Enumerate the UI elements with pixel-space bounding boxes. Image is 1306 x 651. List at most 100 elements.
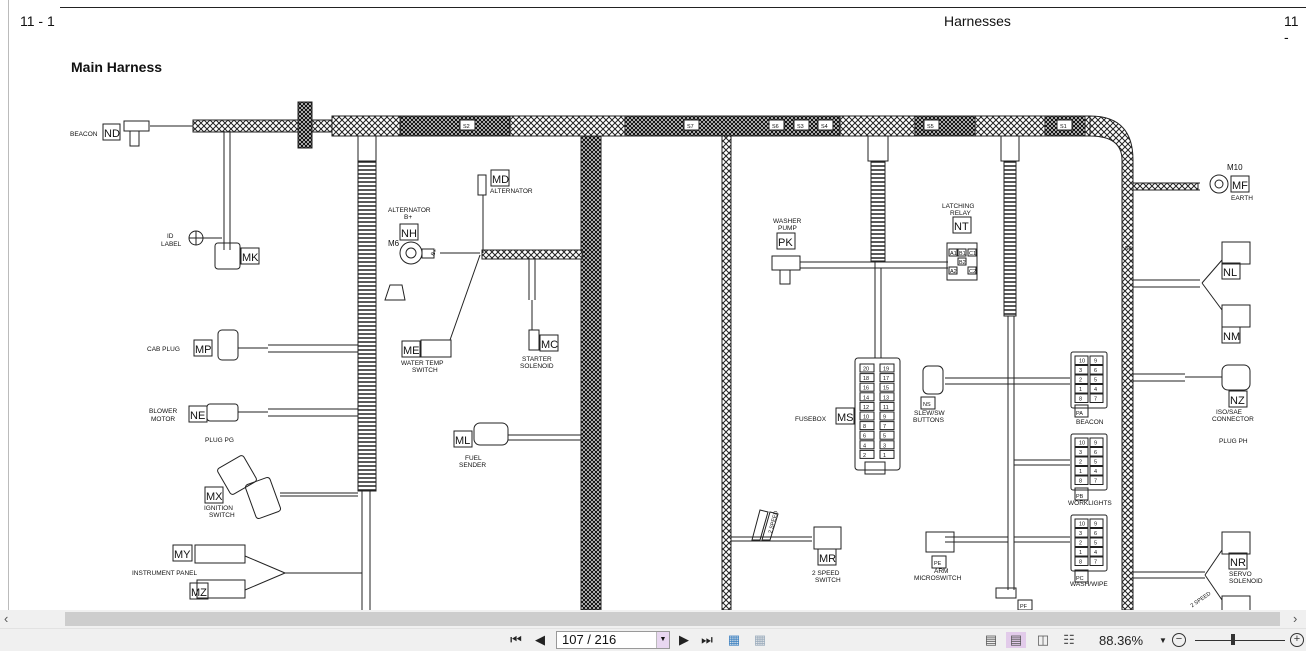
connector-pin-number: 4 — [1094, 469, 1097, 475]
previous-page-icon[interactable]: ◀ — [533, 632, 547, 648]
connector-pin-number: 4 — [1094, 550, 1097, 556]
fuse-number: 19 — [883, 367, 889, 373]
page-number-value: 107 / 216 — [562, 632, 617, 647]
splice-s1: S1 — [1060, 124, 1067, 130]
code-nr: NR — [1230, 557, 1246, 569]
code-mz: MZ — [191, 587, 207, 599]
fuse-number: 6 — [863, 434, 866, 440]
label-arm: ARM — [934, 568, 948, 575]
connector-pin-number: 9 — [1094, 441, 1097, 447]
scroll-right-arrow[interactable]: › — [1293, 611, 1297, 626]
page-number-input[interactable]: 107 / 216 ▼ — [556, 631, 670, 649]
connector-pin-number: 1 — [1079, 469, 1082, 475]
code-nt: NT — [954, 221, 969, 233]
pdf-toolbar: ⏮ ◀ 107 / 216 ▼ ▶ ⏭ ▦ ▦ ▤ ▤ ◫ ☷ 88.36% ▼… — [0, 628, 1306, 651]
zoom-dropdown-icon[interactable]: ▼ — [1158, 632, 1168, 648]
zoom-in-icon[interactable]: + — [1290, 633, 1304, 647]
fuse-number: 15 — [883, 386, 889, 392]
code-mf: MF — [1232, 180, 1248, 192]
relay-pin: B2 — [959, 260, 966, 266]
zoom-slider[interactable] — [1195, 640, 1285, 641]
code-nl: NL — [1223, 267, 1237, 279]
connector-pin-number: 10 — [1079, 522, 1085, 528]
label-motor: MOTOR — [151, 416, 175, 423]
tag-2-speed-servo: 2 SPEED — [1190, 591, 1212, 609]
fuse-number: 4 — [863, 443, 866, 449]
zoom-level[interactable]: 88.36% — [1099, 633, 1143, 648]
label-plug-ph: PLUG PH — [1219, 438, 1248, 445]
relay-pin: C2 — [969, 269, 976, 275]
fuse-number: 9 — [883, 415, 886, 421]
connector-pin-number: 6 — [1094, 450, 1097, 456]
connector-pin-number: 1 — [1079, 550, 1082, 556]
connector-pin-number: 5 — [1094, 378, 1097, 384]
label-beacon-pa: BEACON — [1076, 419, 1104, 426]
label-label: LABEL — [161, 241, 182, 248]
connector-pin-number: 7 — [1094, 560, 1097, 566]
fuse-number: 8 — [863, 424, 866, 430]
label-alternator-b: ALTERNATOR — [388, 207, 431, 214]
code-pe: PE — [934, 561, 942, 567]
connector-pin-number: 10 — [1079, 359, 1085, 365]
code-mx: MX — [206, 491, 223, 503]
label-plug-pg: PLUG PG — [205, 437, 234, 444]
facing-view-icon[interactable]: ◫ — [1034, 632, 1052, 648]
connector-pin-number: 8 — [1079, 560, 1082, 566]
connector-pin-number: 3 — [1079, 450, 1082, 456]
zoom-out-icon[interactable]: − — [1172, 633, 1186, 647]
scroll-left-arrow[interactable]: ‹ — [4, 611, 8, 626]
first-page-icon[interactable]: ⏮ — [508, 632, 524, 648]
connector-pin-number: 7 — [1094, 479, 1097, 485]
continuous-facing-view-icon[interactable]: ☷ — [1060, 632, 1078, 648]
code-mk: MK — [242, 252, 259, 264]
code-nz: NZ — [1230, 395, 1245, 407]
label-m10: M10 — [1227, 163, 1243, 172]
fuse-number: 18 — [863, 376, 869, 382]
label-slew: SLEW/SW — [914, 410, 946, 417]
label-washer: WASHER — [773, 218, 802, 225]
connector-pin-number: 6 — [1094, 531, 1097, 537]
label-starter: STARTER — [522, 356, 552, 363]
splice-s5: S5 — [927, 124, 934, 130]
single-page-view-icon[interactable]: ▤ — [984, 632, 998, 648]
next-page-icon[interactable]: ▶ — [678, 632, 690, 648]
connector-pin-number: 7 — [1094, 397, 1097, 403]
label-switch: SWITCH — [209, 512, 235, 519]
splice-s6: S6 — [772, 124, 779, 130]
connector-pin-number: 5 — [1094, 541, 1097, 547]
relay-pin: A2 — [950, 269, 957, 275]
splice-s4: S4 — [821, 124, 828, 130]
fuse-number: 11 — [883, 405, 889, 411]
scrollbar-thumb[interactable] — [65, 612, 1280, 626]
connector-pin-number: 1 — [1079, 387, 1082, 393]
fuse-number: 17 — [883, 376, 889, 382]
code-ns: NS — [923, 402, 931, 408]
wiring-diagram: S2 S7 S6 S3 S4 S5 S1 S8 ND MK MP NE MX M… — [70, 101, 1263, 610]
splice-s8: S8 — [1125, 246, 1132, 252]
extract-pages-icon[interactable]: ▦ — [726, 632, 742, 648]
insert-pages-icon[interactable]: ▦ — [752, 632, 768, 648]
continuous-view-icon[interactable]: ▤ — [1006, 632, 1026, 648]
label-water-switch: SWITCH — [412, 367, 438, 374]
label-servo-solenoid: SOLENOID — [1229, 578, 1263, 585]
relay-pin: C1 — [969, 251, 976, 257]
fuse-number: 20 — [863, 367, 869, 373]
label-wash-wipe: WASH/WIPE — [1070, 581, 1108, 588]
splice-s3: S3 — [797, 124, 804, 130]
horizontal-scrollbar[interactable]: ‹ › — [0, 610, 1306, 628]
code-ms: MS — [837, 412, 854, 424]
label-servo: SERVO — [1229, 571, 1252, 578]
label-iso-sae: ISO/SAE — [1216, 409, 1243, 416]
last-page-icon[interactable]: ⏭ — [699, 632, 715, 648]
label-alternator: ALTERNATOR — [490, 188, 533, 195]
code-my: MY — [174, 549, 191, 561]
label-b-plus: B+ — [404, 214, 412, 221]
label-2-speed: 2 SPEED — [812, 570, 840, 577]
zoom-slider-thumb[interactable] — [1231, 634, 1235, 645]
code-ml: ML — [455, 435, 470, 447]
label-connector: CONNECTOR — [1212, 416, 1254, 423]
page-dropdown-icon[interactable]: ▼ — [656, 632, 669, 648]
fusebox-shape — [854, 357, 901, 471]
tag-b-plus: B+ — [430, 248, 439, 257]
connector-pin-number: 8 — [1079, 479, 1082, 485]
